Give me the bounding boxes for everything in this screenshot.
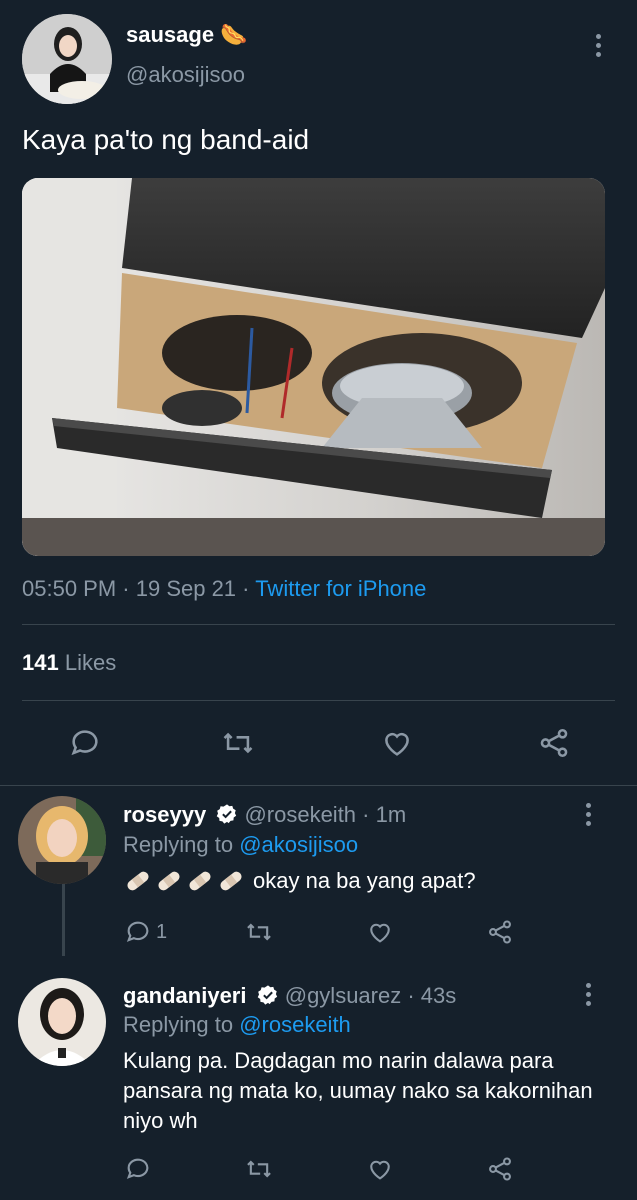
author-name[interactable]: sausage 🌭 <box>126 22 248 48</box>
replying-to: Replying to @akosijisoo <box>123 832 358 858</box>
tweet-meta: 05:50 PM · 19 Sep 21 · Twitter for iPhon… <box>22 576 426 602</box>
meta-separator: · <box>116 576 136 601</box>
reply-avatar[interactable] <box>18 796 106 884</box>
reply-action[interactable]: 1 <box>124 918 167 946</box>
retweet-icon[interactable] <box>245 1155 273 1183</box>
replying-to-handle[interactable]: @rosekeith <box>239 1012 351 1037</box>
reply-icon[interactable] <box>68 726 102 760</box>
like-icon[interactable] <box>366 918 394 946</box>
reply-header: roseyyy @rosekeith · 1m <box>123 802 406 831</box>
share-icon[interactable] <box>486 918 514 946</box>
reply-header: gandaniyeri @gylsuarez · 43s <box>123 983 456 1012</box>
speaker-photo <box>22 178 605 556</box>
more-icon[interactable] <box>586 983 592 1010</box>
reply-text-row: okay na ba yang apat? <box>123 866 476 896</box>
retweet-icon[interactable] <box>245 918 273 946</box>
share-icon[interactable] <box>486 1155 514 1183</box>
meta-separator: · <box>356 802 376 827</box>
reply-time: 1m <box>375 802 407 827</box>
replying-to-label: Replying to <box>123 1012 240 1037</box>
divider <box>0 785 637 786</box>
verified-icon <box>257 984 279 1012</box>
tweet-text: Kaya pa'to ng band-aid <box>22 124 310 155</box>
tweet-time: 05:50 PM <box>22 576 117 601</box>
reply-avatar[interactable] <box>18 978 106 1066</box>
reply-avatar-picture <box>18 796 106 884</box>
thread-line <box>62 884 65 956</box>
reply-display-name[interactable]: roseyyy <box>123 802 206 827</box>
replying-to: Replying to @rosekeith <box>123 1012 351 1038</box>
likes-label: Likes <box>64 650 117 675</box>
divider <box>22 624 615 625</box>
author-avatar[interactable] <box>22 14 112 104</box>
replying-to-handle[interactable]: @akosijisoo <box>239 832 358 857</box>
author-avatar-picture <box>22 14 112 104</box>
reply-display-name[interactable]: gandaniyeri <box>123 983 246 1008</box>
replying-to-label: Replying to <box>123 832 240 857</box>
reply-text: okay na ba yang apat? <box>253 868 476 893</box>
like-icon[interactable] <box>366 1155 394 1183</box>
author-handle[interactable]: @akosijisoo <box>126 62 245 88</box>
more-icon[interactable] <box>586 803 592 830</box>
share-icon[interactable] <box>537 726 571 760</box>
meta-separator: · <box>401 983 421 1008</box>
likes-count: 141 <box>22 650 59 675</box>
reply-time: 43s <box>420 983 457 1008</box>
hotdog-emoji: 🌭 <box>220 22 248 47</box>
reply-handle[interactable]: @gylsuarez <box>285 983 402 1008</box>
divider <box>22 700 615 701</box>
tweet-date: 19 Sep 21 <box>135 576 237 601</box>
tweet-photo[interactable] <box>22 178 605 556</box>
like-icon[interactable] <box>380 726 414 760</box>
reply-count: 1 <box>156 920 168 943</box>
bandage-icon <box>127 871 242 891</box>
tweet-source-link[interactable]: Twitter for iPhone <box>255 576 426 601</box>
likes-summary[interactable]: 141 Likes <box>22 650 116 676</box>
reply-icon[interactable] <box>124 1155 152 1183</box>
reply-text: Kulang pa. Dagdagan mo narin dalawa para… <box>123 1048 593 1133</box>
meta-separator: · <box>236 576 256 601</box>
retweet-icon[interactable] <box>221 726 255 760</box>
reply-avatar-picture <box>18 978 106 1066</box>
reply-icon <box>126 921 149 942</box>
reply-handle[interactable]: @rosekeith <box>244 802 356 827</box>
author-display-name: sausage <box>126 22 215 47</box>
verified-icon <box>216 803 238 831</box>
more-icon[interactable] <box>596 34 602 61</box>
